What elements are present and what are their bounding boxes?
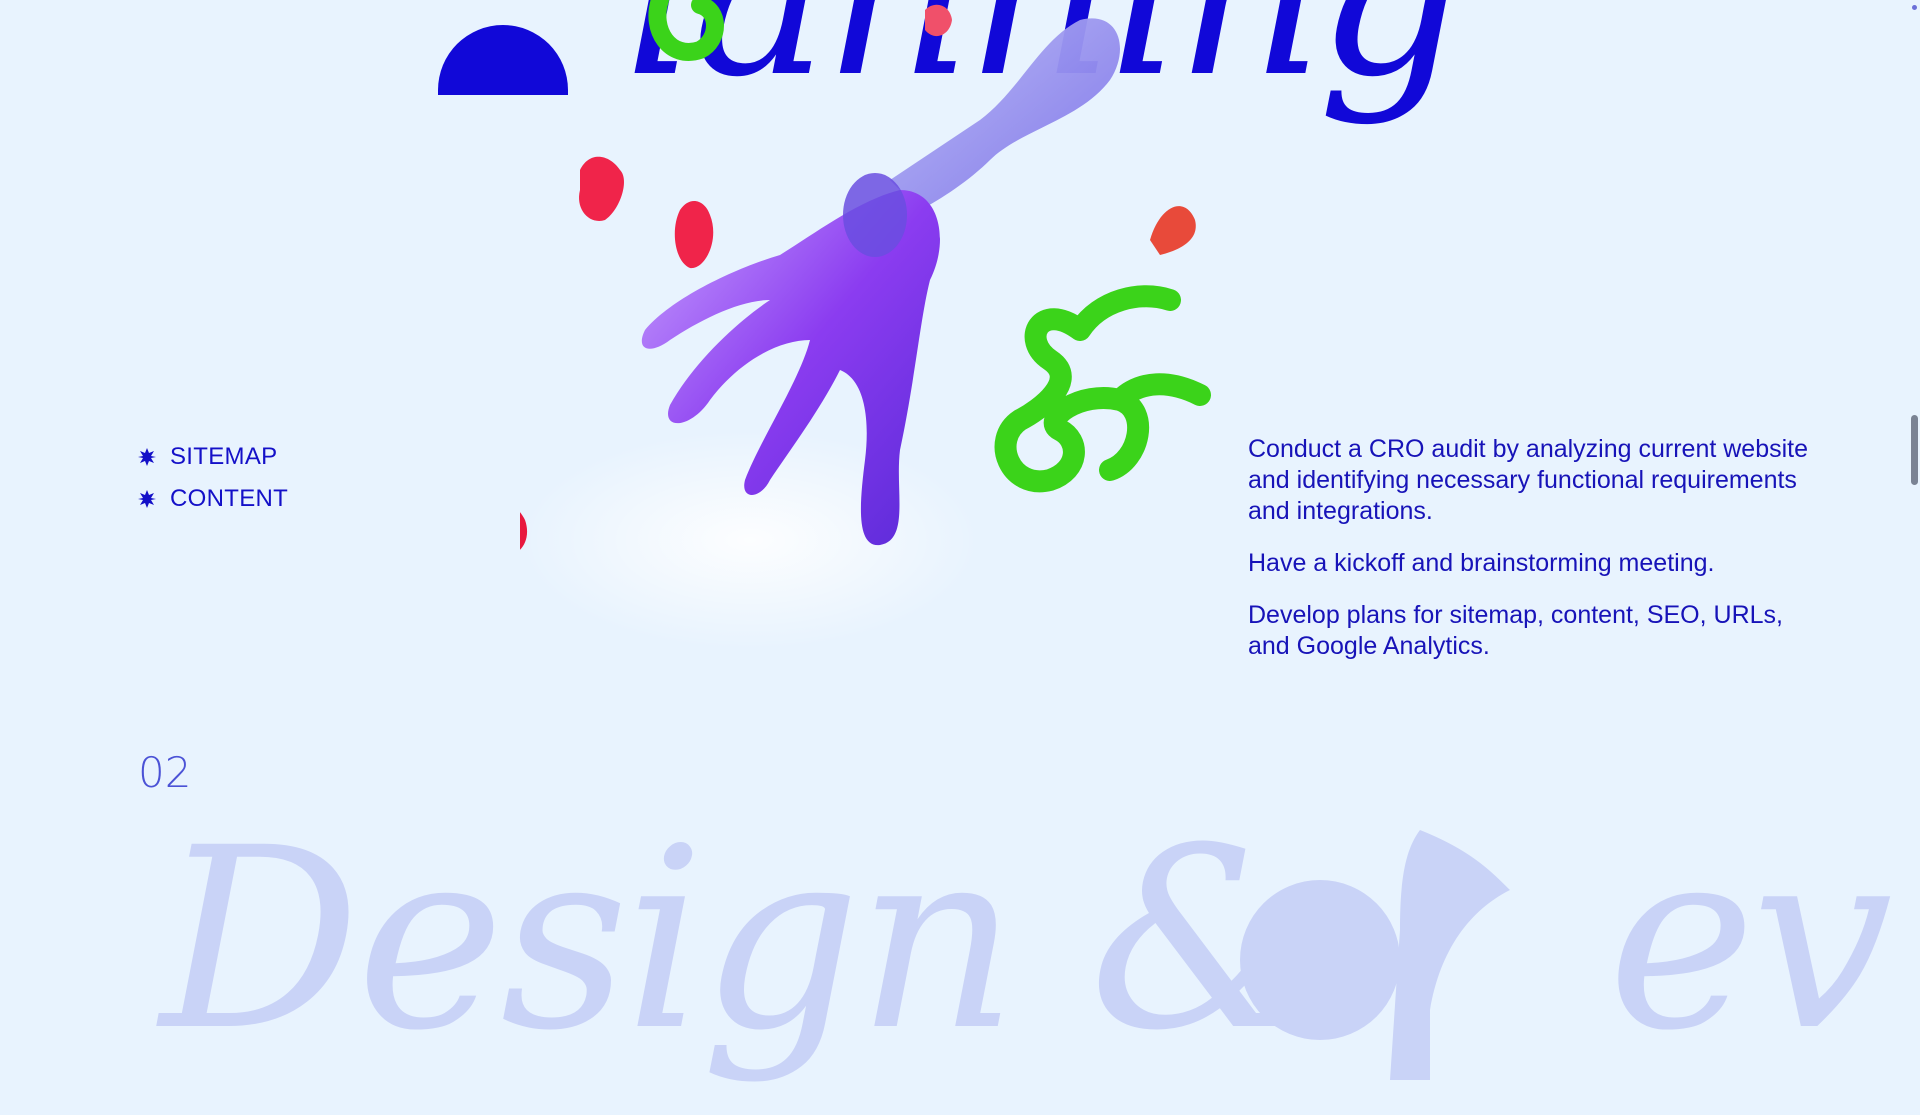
bullet-item-content: CONTENT	[138, 478, 288, 520]
section-number: 02	[138, 748, 192, 797]
bullet-label: CONTENT	[170, 485, 289, 512]
heading-text-end: ev	[1607, 794, 1893, 1085]
section-description: Conduct a CRO audit by analyzing current…	[1248, 434, 1808, 683]
description-paragraph: Develop plans for sitemap, content, SEO,…	[1248, 601, 1783, 660]
heading-text-start: Design &	[160, 794, 1312, 1085]
garden-rake-illustration	[520, 0, 1211, 650]
bullet-item-sitemap: SITEMAP	[138, 436, 288, 478]
section-heading-design-dev: Design & ev	[160, 815, 1920, 1115]
description-paragraph: Have a kickoff and brainstorming meeting…	[1248, 549, 1715, 577]
star-bullet-icon	[138, 448, 156, 466]
description-paragraph: Conduct a CRO audit by analyzing current…	[1248, 435, 1809, 525]
bullet-label: SITEMAP	[170, 443, 278, 470]
feature-bullet-list: SITEMAP CONTENT	[138, 436, 288, 520]
star-bullet-icon	[138, 490, 156, 508]
corner-indicator-dot	[1912, 5, 1917, 10]
decorative-leaf-d-letter	[1240, 830, 1510, 1080]
page-scrollbar-thumb[interactable]	[1911, 415, 1918, 485]
